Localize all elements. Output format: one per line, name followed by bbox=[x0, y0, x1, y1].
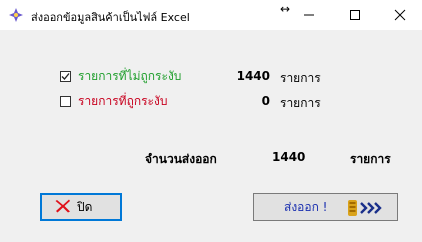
export-button-label: ส่งออก ! bbox=[284, 199, 328, 214]
title-bar[interactable]: ส่งออกข้อมูลสินค้าเป็นไฟล์ Excel ↔ bbox=[0, 0, 422, 30]
option-suspended[interactable]: รายการที่ถูกระงับ bbox=[60, 93, 167, 109]
export-total-unit: รายการ bbox=[350, 152, 391, 166]
red-x-icon bbox=[55, 199, 71, 216]
unsuspended-checkbox[interactable] bbox=[60, 70, 71, 82]
app-icon bbox=[8, 7, 24, 23]
suspended-count: 0 bbox=[261, 94, 270, 108]
suspended-unit: รายการ bbox=[280, 96, 321, 110]
export-button[interactable]: ส่งออก ! bbox=[253, 193, 398, 221]
export-arrows-icon bbox=[347, 199, 385, 220]
option-unsuspended[interactable]: รายการที่ไม่ถูกระงับ bbox=[60, 68, 181, 84]
export-dialog: ส่งออกข้อมูลสินค้าเป็นไฟล์ Excel ↔ รายกา… bbox=[0, 0, 422, 242]
unsuspended-label[interactable]: รายการที่ไม่ถูกระงับ bbox=[78, 67, 181, 86]
export-total-value: 1440 bbox=[272, 150, 306, 164]
close-button-label: ปิด bbox=[77, 199, 93, 214]
suspended-checkbox[interactable] bbox=[60, 95, 71, 107]
export-total-label: จำนวนส่งออก bbox=[145, 152, 217, 166]
checkmark-icon bbox=[61, 72, 70, 80]
minimize-button[interactable] bbox=[286, 0, 332, 30]
unsuspended-unit: รายการ bbox=[280, 71, 321, 85]
window-title: ส่งออกข้อมูลสินค้าเป็นไฟล์ Excel bbox=[31, 11, 190, 24]
unsuspended-count: 1440 bbox=[236, 69, 270, 83]
close-button[interactable]: ปิด bbox=[40, 193, 122, 221]
maximize-button[interactable] bbox=[332, 0, 378, 30]
close-window-button[interactable] bbox=[377, 0, 422, 30]
suspended-label[interactable]: รายการที่ถูกระงับ bbox=[78, 92, 167, 111]
